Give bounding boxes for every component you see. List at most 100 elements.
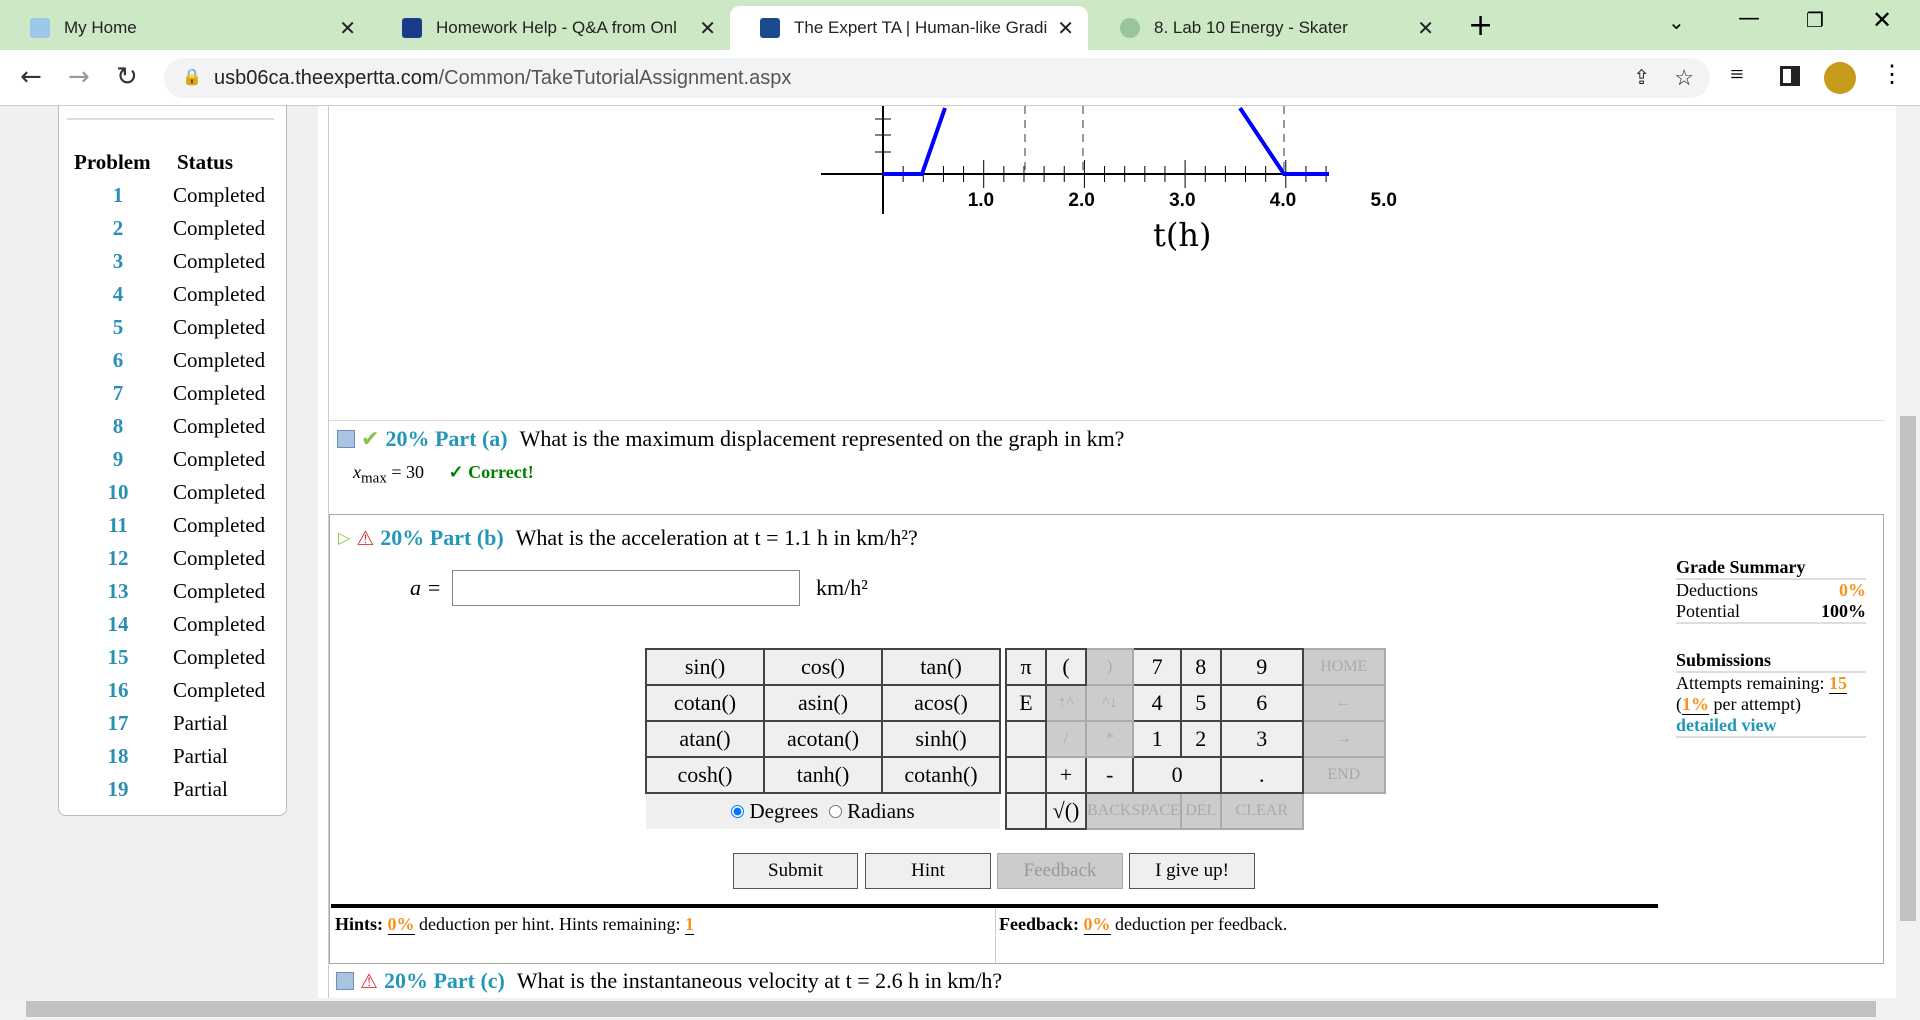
calc-key-sqrt[interactable]: √() <box>1045 792 1087 830</box>
calc-func-key[interactable]: sinh() <box>881 720 1001 758</box>
media-icon[interactable]: ≡ <box>1730 62 1744 89</box>
problem-number[interactable]: 10 <box>59 480 177 505</box>
problem-row[interactable]: 4 Completed <box>59 282 288 315</box>
problem-number[interactable]: 4 <box>59 282 177 307</box>
calc-key-dot[interactable]: . <box>1219 756 1304 794</box>
problem-row[interactable]: 9 Completed <box>59 447 288 480</box>
calc-key[interactable] <box>1005 792 1047 830</box>
problem-row[interactable]: 1 Completed <box>59 183 288 216</box>
problem-row[interactable]: 14 Completed <box>59 612 288 645</box>
calc-func-key[interactable]: acotan() <box>763 720 883 758</box>
vertical-scrollbar[interactable] <box>1896 106 1920 998</box>
reload-icon[interactable]: ↻ <box>116 62 138 92</box>
calc-key-k3[interactable]: 3 <box>1219 720 1304 758</box>
url-input[interactable]: 🔒 usb06ca.theexpertta.com/Common/TakeTuto… <box>164 58 1710 98</box>
calc-key-k6[interactable]: 6 <box>1219 684 1304 722</box>
submit-button[interactable]: Submit <box>733 853 858 889</box>
problem-number[interactable]: 14 <box>59 612 177 637</box>
close-window-icon[interactable]: ✕ <box>1872 6 1892 34</box>
tab-homework-help[interactable]: Homework Help - Q&A from Onl ✕ <box>372 6 730 50</box>
calc-key-backspace[interactable]: BACKSPACE <box>1085 792 1182 830</box>
calc-key-end[interactable]: END <box>1301 756 1386 794</box>
calc-func-key[interactable]: cosh() <box>645 756 765 794</box>
give-up-button[interactable]: I give up! <box>1129 853 1255 889</box>
new-tab-icon[interactable]: + <box>1468 8 1493 43</box>
problem-row[interactable]: 15 Completed <box>59 645 288 678</box>
problem-number[interactable]: 3 <box>59 249 177 274</box>
forward-icon[interactable]: → <box>68 62 90 92</box>
problem-number[interactable]: 7 <box>59 381 177 406</box>
problem-number[interactable]: 1 <box>59 183 177 208</box>
calc-key-rparen[interactable]: ) <box>1084 648 1135 686</box>
calc-func-key[interactable]: cotanh() <box>881 756 1001 794</box>
calc-key-up[interactable]: ↑^ <box>1045 684 1087 722</box>
calc-key-k1[interactable]: 1 <box>1132 720 1182 758</box>
problem-row[interactable]: 12 Completed <box>59 546 288 579</box>
close-icon[interactable]: ✕ <box>339 16 356 41</box>
answer-input[interactable] <box>452 570 800 606</box>
calc-key-k0[interactable]: 0 <box>1132 756 1222 794</box>
calc-key-del[interactable]: DEL <box>1179 792 1222 830</box>
problem-number[interactable]: 11 <box>59 513 177 538</box>
problem-number[interactable]: 19 <box>59 777 177 802</box>
avatar[interactable] <box>1824 62 1856 94</box>
problem-row[interactable]: 6 Completed <box>59 348 288 381</box>
calc-key-lparen[interactable]: ( <box>1045 648 1087 686</box>
calc-key-right[interactable]: → <box>1301 720 1386 758</box>
detailed-view-link[interactable]: detailed view <box>1676 715 1866 738</box>
problem-number[interactable]: 6 <box>59 348 177 373</box>
calc-key-k7[interactable]: 7 <box>1132 648 1182 686</box>
problem-number[interactable]: 12 <box>59 546 177 571</box>
problem-number[interactable]: 9 <box>59 447 177 472</box>
feedback-button[interactable]: Feedback <box>997 853 1123 889</box>
calc-key-k9[interactable]: 9 <box>1219 648 1304 686</box>
problem-row[interactable]: 16 Completed <box>59 678 288 711</box>
close-icon[interactable]: ✕ <box>1057 16 1074 41</box>
calc-key[interactable] <box>1005 720 1047 758</box>
calc-key-mul[interactable]: * <box>1084 720 1135 758</box>
menu-icon[interactable]: ⋮ <box>1880 60 1904 89</box>
calc-key-div[interactable]: / <box>1045 720 1087 758</box>
back-icon[interactable]: ← <box>20 62 42 92</box>
collapse-icon[interactable] <box>337 430 355 448</box>
side-panel-icon[interactable] <box>1780 66 1800 86</box>
problem-row[interactable]: 3 Completed <box>59 249 288 282</box>
problem-number[interactable]: 5 <box>59 315 177 340</box>
calc-key-minus[interactable]: - <box>1084 756 1135 794</box>
problem-row[interactable]: 2 Completed <box>59 216 288 249</box>
calc-key-left[interactable]: ← <box>1301 684 1386 722</box>
calc-func-key[interactable]: tanh() <box>763 756 883 794</box>
problem-number[interactable]: 8 <box>59 414 177 439</box>
tab-my-home[interactable]: My Home ✕ <box>0 6 370 50</box>
calc-key-e[interactable]: E <box>1005 684 1047 722</box>
calc-key-k4[interactable]: 4 <box>1132 684 1182 722</box>
calc-func-key[interactable]: cotan() <box>645 684 765 722</box>
degrees-radio[interactable] <box>731 805 745 818</box>
problem-number[interactable]: 17 <box>59 711 177 736</box>
calc-func-key[interactable]: sin() <box>645 648 765 686</box>
share-icon[interactable]: ⇪ <box>1633 58 1650 98</box>
calc-key[interactable] <box>1005 756 1047 794</box>
calc-key-pi[interactable]: π <box>1005 648 1047 686</box>
calc-func-key[interactable]: asin() <box>763 684 883 722</box>
calc-key-k5[interactable]: 5 <box>1179 684 1222 722</box>
calc-key-k8[interactable]: 8 <box>1179 648 1222 686</box>
calc-key-down[interactable]: ^↓ <box>1084 684 1135 722</box>
problem-row[interactable]: 18 Partial <box>59 744 288 777</box>
problem-number[interactable]: 15 <box>59 645 177 670</box>
calc-func-key[interactable]: cos() <box>763 648 883 686</box>
calc-key-plus[interactable]: + <box>1045 756 1087 794</box>
radians-radio[interactable] <box>828 805 842 818</box>
expand-arrow-icon[interactable]: ▷ <box>338 528 350 548</box>
calc-key-k2[interactable]: 2 <box>1179 720 1222 758</box>
close-icon[interactable]: ✕ <box>699 16 716 41</box>
problem-row[interactable]: 19 Partial <box>59 777 288 810</box>
problem-row[interactable]: 8 Completed <box>59 414 288 447</box>
problem-row[interactable]: 11 Completed <box>59 513 288 546</box>
tab-lab-10[interactable]: 8. Lab 10 Energy - Skater ✕ <box>1090 6 1448 50</box>
calc-key-home[interactable]: HOME <box>1301 648 1386 686</box>
calc-key-clear[interactable]: CLEAR <box>1219 792 1304 830</box>
problem-number[interactable]: 2 <box>59 216 177 241</box>
collapse-icon[interactable] <box>336 972 354 990</box>
tab-search-icon[interactable]: ⌄ <box>1668 10 1685 34</box>
